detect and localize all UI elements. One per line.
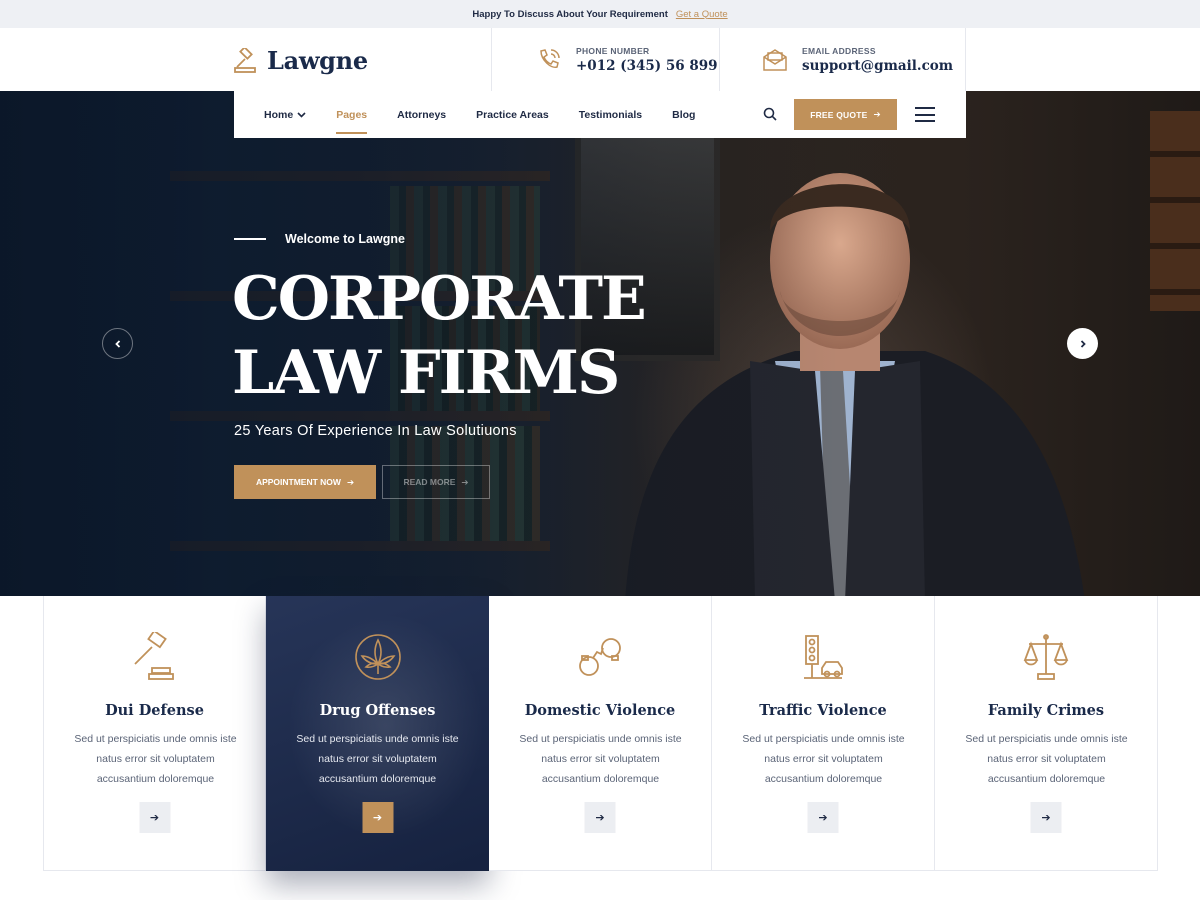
- arrow-right-icon: ➔: [461, 476, 469, 487]
- chevron-right-icon: [1080, 339, 1086, 348]
- nav-testimonials[interactable]: Testimonials: [579, 91, 642, 138]
- arrow-right-icon: ➔: [346, 476, 355, 487]
- envelope-icon: [763, 48, 787, 71]
- service-more-button[interactable]: ➔: [1030, 802, 1062, 833]
- service-card: Dui Defense Sed ut perspiciatis unde omn…: [43, 596, 266, 871]
- email-address[interactable]: support@gmail.com: [802, 58, 953, 74]
- service-description: Sed ut perspiciatis unde omnis iste natu…: [74, 733, 237, 785]
- get-quote-link[interactable]: Get a Quote: [676, 9, 728, 20]
- scales-icon: [1023, 634, 1069, 680]
- hero-subtitle: 25 Years Of Experience In Law Solutiuons: [234, 423, 517, 439]
- service-title: Traffic Violence: [759, 702, 887, 719]
- slider-next-button[interactable]: [1067, 328, 1098, 359]
- nav-practice-areas-label: Practice Areas: [476, 108, 549, 121]
- appointment-label: APPOINTMENT NOW: [255, 477, 341, 487]
- phone-number[interactable]: +012 (345) 56 899: [576, 58, 718, 74]
- service-card-featured: Drug Offenses Sed ut perspiciatis unde o…: [266, 596, 489, 871]
- service-more-button[interactable]: ➔: [139, 802, 170, 833]
- nav-testimonials-label: Testimonials: [578, 108, 643, 121]
- hero-title-line1: CORPORATE: [232, 264, 647, 334]
- arrow-right-icon: ➔: [873, 109, 881, 119]
- service-description: Sed ut perspiciatis unde omnis iste natu…: [742, 733, 905, 785]
- logo[interactable]: Lawgne: [233, 46, 368, 75]
- menu-icon[interactable]: [915, 107, 935, 122]
- chevron-left-icon: [114, 339, 120, 348]
- service-card: Domestic Violence Sed ut perspiciatis un…: [489, 596, 712, 871]
- traffic-light-car-icon: [804, 635, 843, 679]
- nav-attorneys-label: Attorneys: [397, 108, 447, 121]
- nav-pages[interactable]: Pages: [336, 91, 367, 138]
- gavel-icon: [234, 47, 256, 73]
- service-card: Traffic Violence Sed ut perspiciatis und…: [712, 596, 935, 871]
- chevron-down-icon: [297, 112, 306, 118]
- service-title: Family Crimes: [987, 702, 1105, 719]
- hero-title-line2: LAW FIRMS: [232, 338, 620, 408]
- free-quote-label: FREE QUOTE: [810, 109, 868, 120]
- welcome-line: [234, 238, 266, 240]
- service-title: Drug Offenses: [319, 702, 436, 719]
- slider-prev-button[interactable]: [102, 328, 133, 359]
- welcome-text: Welcome to Lawgne: [285, 232, 405, 246]
- main-nav: Home Pages Attorneys Practice Areas Test…: [234, 91, 966, 138]
- service-title: Dui Defense: [105, 702, 204, 719]
- hero-welcome: Welcome to Lawgne: [234, 232, 405, 246]
- site-header: Lawgne PHONE NUMBER +012 (345) 56 899 EM…: [0, 28, 1200, 91]
- read-more-button[interactable]: READ MORE ➔: [382, 465, 490, 499]
- services-section: Dui Defense Sed ut perspiciatis unde omn…: [43, 596, 1158, 871]
- service-title: Domestic Violence: [524, 702, 676, 719]
- arrow-right-icon: ➔: [1041, 812, 1051, 824]
- service-more-button[interactable]: ➔: [807, 802, 839, 833]
- arrow-right-icon: ➔: [595, 812, 605, 824]
- appointment-button[interactable]: APPOINTMENT NOW ➔: [234, 465, 376, 499]
- arrow-right-icon: ➔: [149, 812, 160, 824]
- nav-home-label: Home: [264, 108, 294, 121]
- nav-pages-label: Pages: [336, 108, 368, 121]
- service-description: Sed ut perspiciatis unde omnis iste natu…: [965, 733, 1128, 785]
- phone-contact: PHONE NUMBER +012 (345) 56 899: [491, 28, 719, 91]
- search-icon[interactable]: [763, 107, 777, 121]
- nav-attorneys[interactable]: Attorneys: [397, 91, 446, 138]
- free-quote-button[interactable]: FREE QUOTE ➔: [794, 99, 897, 130]
- brand-name: Lawgne: [267, 46, 368, 75]
- top-announcement-bar: Happy To Discuss About Your Requirement …: [0, 0, 1200, 28]
- announcement-text: Happy To Discuss About Your Requirement: [472, 8, 668, 20]
- arrow-right-icon: ➔: [372, 812, 383, 824]
- service-description: Sed ut perspiciatis unde omnis iste natu…: [296, 733, 459, 785]
- service-card: Family Crimes Sed ut perspiciatis unde o…: [935, 596, 1158, 871]
- hero-title: CORPORATE LAW FIRMS: [232, 262, 647, 410]
- nav-blog-label: Blog: [672, 108, 696, 121]
- handcuffs-icon: [579, 638, 621, 676]
- email-contact: EMAIL ADDRESS support@gmail.com: [719, 28, 966, 91]
- service-more-button[interactable]: ➔: [584, 802, 616, 833]
- nav-home[interactable]: Home: [264, 91, 306, 138]
- phone-icon: [540, 48, 560, 68]
- email-label: EMAIL ADDRESS: [802, 45, 876, 56]
- nav-practice-areas[interactable]: Practice Areas: [476, 91, 549, 138]
- read-more-label: READ MORE: [403, 477, 456, 487]
- phone-label: PHONE NUMBER: [576, 45, 650, 56]
- cannabis-leaf-icon: [354, 634, 401, 680]
- service-more-button[interactable]: ➔: [362, 802, 393, 833]
- service-description: Sed ut perspiciatis unde omnis iste natu…: [519, 733, 682, 785]
- nav-blog[interactable]: Blog: [672, 91, 695, 138]
- gavel-icon: [133, 632, 174, 680]
- arrow-right-icon: ➔: [818, 812, 828, 824]
